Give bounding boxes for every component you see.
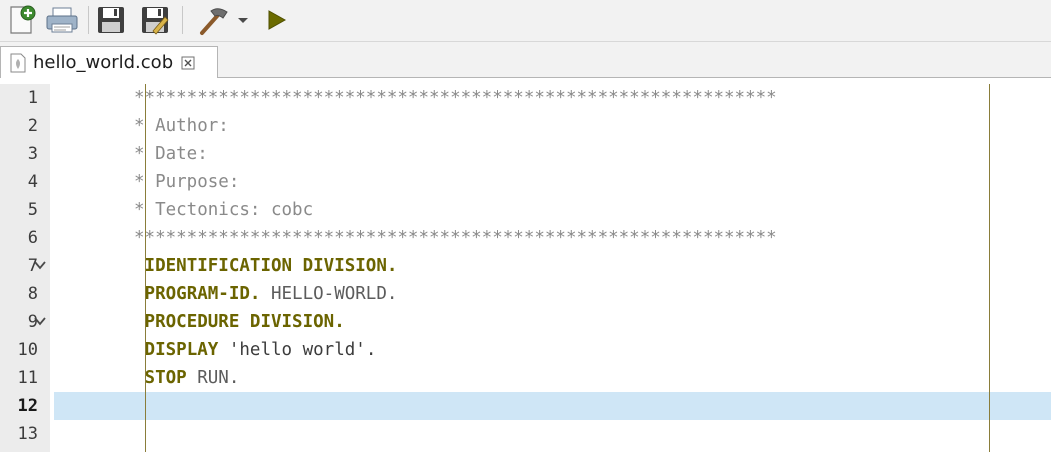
code-line[interactable]: 5 * Tectonics: cobc: [0, 196, 1051, 224]
new-file-icon: [10, 5, 36, 34]
code-text: * Author:: [134, 112, 229, 140]
code-text: * Tectonics: cobc: [134, 196, 313, 224]
indent-margin-line: [145, 84, 146, 452]
tab-label: hello_world.cob: [33, 52, 174, 73]
line-number: 10: [17, 340, 38, 360]
right-margin-line: [989, 84, 990, 452]
play-icon: [268, 10, 287, 30]
run-button[interactable]: [258, 3, 294, 37]
fold-chevron-icon[interactable]: [33, 258, 47, 272]
save-icon: [98, 7, 124, 33]
comment-token: * Tectonics: cobc: [134, 200, 314, 220]
code-token: RUN.: [186, 368, 240, 388]
fold-chevron-icon[interactable]: [33, 314, 47, 328]
toolbar: [0, 0, 1051, 42]
line-number: 2: [27, 116, 38, 136]
code-line[interactable]: 2 * Author:: [0, 112, 1051, 140]
keyword-token: DISPLAY: [144, 340, 219, 360]
code-text: DISPLAY 'hello world'.: [134, 336, 377, 364]
cobol-file-icon: [10, 53, 26, 72]
code-token: 'hello world'.: [218, 340, 377, 360]
comment-token: ****************************************…: [134, 228, 777, 248]
code-line[interactable]: 6 ***************************************…: [0, 224, 1051, 252]
line-number: 1: [27, 88, 38, 108]
code-line[interactable]: 1 ***************************************…: [0, 84, 1051, 112]
line-number: 13: [17, 424, 38, 444]
printer-icon: [46, 7, 78, 33]
code-text: IDENTIFICATION DIVISION.: [134, 252, 398, 280]
keyword-token: PROGRAM-ID.: [144, 284, 261, 304]
line-number: 4: [27, 172, 38, 192]
comment-token: ****************************************…: [134, 88, 777, 108]
code-token: HELLO-WORLD.: [260, 284, 398, 304]
build-dropdown[interactable]: [234, 3, 252, 37]
new-file-button[interactable]: [4, 3, 40, 37]
line-number: 3: [27, 144, 38, 164]
code-line[interactable]: 13: [0, 420, 1051, 448]
code-line[interactable]: 4 * Purpose:: [0, 168, 1051, 196]
keyword-token: PROCEDURE DIVISION.: [144, 312, 345, 332]
close-icon: [181, 56, 195, 69]
line-number: 8: [27, 284, 38, 304]
save-button[interactable]: [92, 3, 130, 37]
hammer-icon: [200, 8, 228, 35]
keyword-token: IDENTIFICATION DIVISION.: [144, 256, 398, 276]
code-text: ****************************************…: [134, 224, 777, 252]
save-as-icon: [142, 7, 169, 35]
code-line[interactable]: 8 PROGRAM-ID. HELLO-WORLD.: [0, 280, 1051, 308]
code-editor[interactable]: 1 ***************************************…: [0, 84, 1051, 452]
code-text: PROGRAM-ID. HELLO-WORLD.: [134, 280, 398, 308]
line-number: 12: [17, 396, 38, 416]
code-text: PROCEDURE DIVISION.: [134, 308, 345, 336]
code-text: ****************************************…: [134, 84, 777, 112]
code-line[interactable]: 11 STOP RUN.: [0, 364, 1051, 392]
save-as-button[interactable]: [136, 3, 174, 37]
tab-bar: hello_world.cob: [0, 42, 1051, 78]
chevron-down-icon: [238, 18, 248, 23]
code-line[interactable]: 9 PROCEDURE DIVISION.: [0, 308, 1051, 336]
code-text: * Purpose:: [134, 168, 239, 196]
toolbar-separator: [182, 6, 183, 34]
code-text: STOP RUN.: [134, 364, 240, 392]
tab-hello-world[interactable]: hello_world.cob: [0, 46, 218, 78]
build-button[interactable]: [194, 3, 234, 37]
line-number: 6: [27, 228, 38, 248]
code-line[interactable]: 3 * Date:: [0, 140, 1051, 168]
toolbar-separator: [88, 6, 89, 34]
code-line[interactable]: 7 IDENTIFICATION DIVISION.: [0, 252, 1051, 280]
current-line-highlight: [54, 392, 1051, 420]
tab-close-button[interactable]: [181, 56, 195, 70]
code-line[interactable]: 12: [0, 392, 1051, 420]
comment-token: * Author:: [134, 116, 229, 136]
comment-token: * Purpose:: [134, 172, 240, 192]
print-button[interactable]: [42, 3, 82, 37]
code-line[interactable]: 10 DISPLAY 'hello world'.: [0, 336, 1051, 364]
keyword-token: STOP: [144, 368, 187, 388]
line-number: 11: [17, 368, 38, 388]
line-number: 5: [27, 200, 38, 220]
